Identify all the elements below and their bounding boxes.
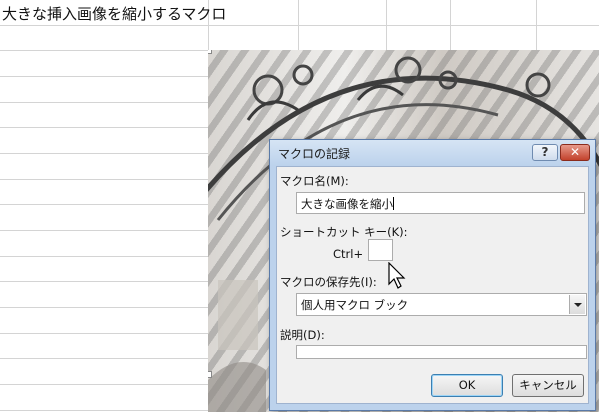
store-macro-in-select[interactable]: 個人用マクロ ブック <box>296 293 587 316</box>
dialog-client-area: マクロ名(M): 大きな画像を縮小 ショートカット キー(K): Ctrl+ マ… <box>276 166 589 404</box>
shortcut-key-label: ショートカット キー(K): <box>280 225 408 239</box>
resize-handle-bottom-left[interactable] <box>208 371 212 378</box>
store-macro-in-label: マクロの保存先(I): <box>280 275 377 289</box>
chevron-down-icon[interactable] <box>569 295 585 314</box>
shortcut-key-input[interactable] <box>368 239 393 261</box>
store-macro-in-value: 個人用マクロ ブック <box>301 298 409 312</box>
help-button[interactable]: ? <box>532 144 558 161</box>
ctrl-prefix-label: Ctrl+ <box>333 247 364 261</box>
dialog-titlebar[interactable]: マクロの記録 ? ✕ <box>270 140 595 166</box>
record-macro-dialog: マクロの記録 ? ✕ マクロ名(M): 大きな画像を縮小 ショートカット キー(… <box>269 139 596 411</box>
cell-title-text[interactable]: 大きな挿入画像を縮小するマクロ <box>2 3 226 24</box>
text-caret <box>393 197 394 210</box>
macro-name-label: マクロ名(M): <box>280 174 349 188</box>
mouse-pointer-icon <box>388 261 406 294</box>
description-label: 説明(D): <box>280 328 325 342</box>
cancel-button[interactable]: キャンセル <box>512 374 584 397</box>
dialog-title: マクロの記録 <box>278 147 351 161</box>
macro-name-value: 大きな画像を縮小 <box>301 197 393 211</box>
ok-button[interactable]: OK <box>431 374 503 397</box>
close-button[interactable]: ✕ <box>560 144 590 161</box>
description-input[interactable] <box>296 345 587 359</box>
resize-handle-top-left[interactable] <box>208 50 212 54</box>
macro-name-input[interactable]: 大きな画像を縮小 <box>296 192 585 214</box>
